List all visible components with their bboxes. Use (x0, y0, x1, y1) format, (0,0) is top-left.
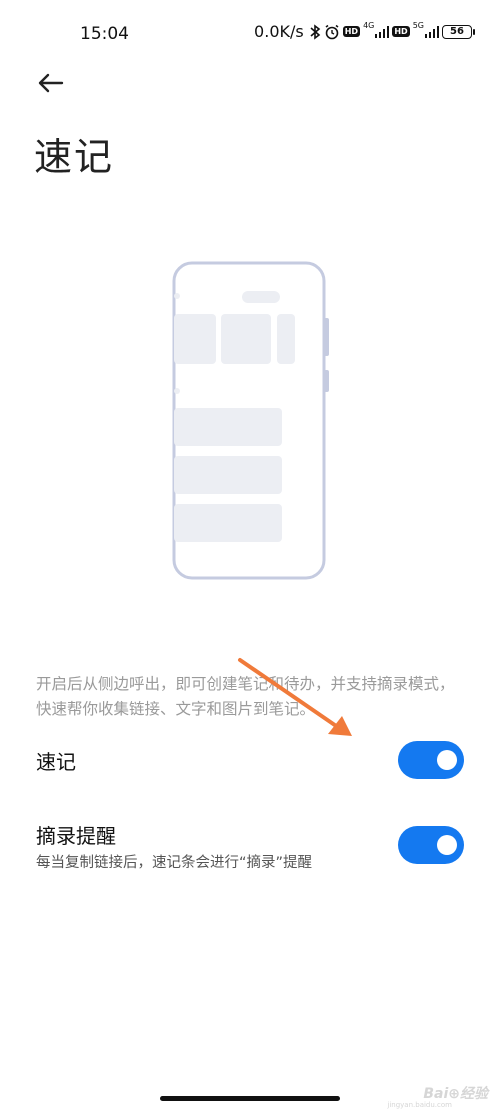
status-time: 15:04 (80, 24, 129, 44)
signal-icon (375, 25, 390, 38)
network-type-2: 5G (412, 21, 424, 30)
setting-subtitle: 每当复制链接后，速记条会进行“摘录”提醒 (36, 855, 313, 871)
setting-row-excerpt-reminder[interactable]: 摘录提醒 每当复制链接后，速记条会进行“摘录”提醒 (0, 814, 500, 876)
hd-icon: HD (392, 26, 410, 37)
watermark-logo: Bai⊕经验 (423, 1086, 488, 1102)
toggle-knob (437, 835, 457, 855)
network-type-1: 4G (363, 21, 375, 30)
excerpt-reminder-toggle[interactable] (398, 826, 464, 864)
status-bar: 15:04 0.0K/s HD 4G HD 5G 56 (0, 0, 500, 70)
arrow-left-icon (38, 73, 64, 93)
status-icons: 0.0K/s HD 4G HD 5G 56 (254, 21, 475, 41)
setting-label: 速记 (36, 750, 76, 774)
setting-row-quick-note[interactable]: 速记 (0, 736, 500, 786)
watermark-url: jingyan.baidu.com (387, 1101, 452, 1109)
bluetooth-icon (309, 23, 321, 40)
home-indicator[interactable] (160, 1096, 340, 1101)
battery-icon: 56 (442, 24, 475, 39)
toggle-knob (437, 750, 457, 770)
page-title: 速记 (34, 135, 115, 179)
phone-illustration (160, 258, 340, 588)
network-speed: 0.0K/s (254, 22, 304, 41)
alarm-icon (324, 24, 340, 40)
hd-icon: HD (342, 26, 361, 37)
quick-note-toggle[interactable] (398, 741, 464, 779)
setting-label: 摘录提醒 (36, 824, 116, 848)
signal-icon (425, 25, 439, 38)
back-button[interactable] (34, 66, 68, 100)
feature-description: 开启后从侧边呼出，即可创建笔记和待办，并支持摘录模式，快速帮你收集链接、文字和图… (36, 675, 455, 718)
